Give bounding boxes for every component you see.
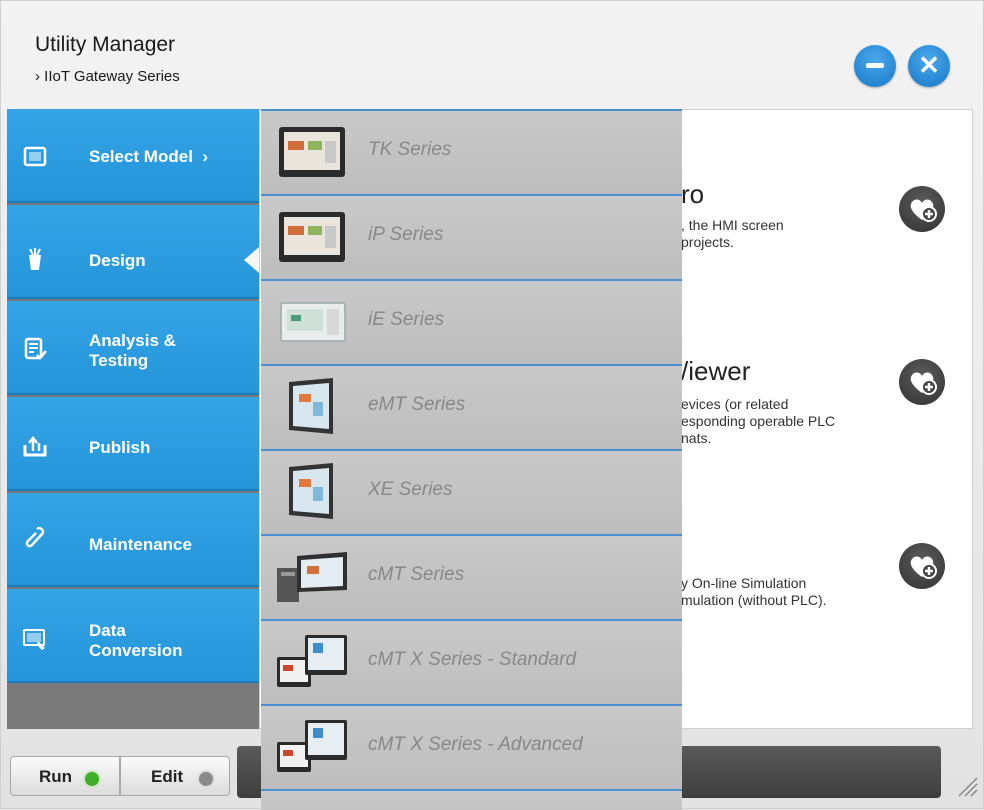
menu-item-cmt-series[interactable]: cMT Series: [261, 534, 682, 619]
close-icon: ✕: [918, 50, 940, 80]
run-status-led-icon: [83, 770, 101, 788]
feature-title-1: ro: [681, 179, 705, 209]
run-label: Run: [39, 767, 73, 786]
menu-item-label: iE Series: [368, 309, 445, 330]
hmi-panel-thumbnail-icon: [280, 302, 346, 342]
screen-icon: [23, 146, 47, 167]
menu-item-label: eMT Series: [368, 394, 466, 415]
close-button[interactable]: ✕: [908, 45, 950, 87]
breadcrumb: › IIoT Gateway Series: [35, 68, 180, 85]
model-series-menu: TK Series iP Series iE Series eMT Series…: [261, 109, 682, 810]
menu-item-more[interactable]: [261, 789, 682, 810]
sidebar-item-label: Design: [89, 251, 146, 270]
sidebar-item-label: Analysis & Testing: [89, 331, 176, 370]
heart-plus-icon[interactable]: [899, 359, 945, 405]
edit-button[interactable]: Edit: [120, 756, 230, 796]
edit-label: Edit: [151, 767, 184, 786]
sidebar-item-analysis-testing[interactable]: Analysis & Testing: [7, 301, 259, 395]
minus-icon: [866, 63, 884, 68]
menu-item-xe-series[interactable]: XE Series: [261, 449, 682, 534]
hmi-panel-thumbnail-icon: [279, 212, 345, 262]
sidebar: Select Model › Design Analysis & Testing…: [7, 109, 259, 729]
app-title: Utility Manager: [35, 33, 176, 56]
menu-item-cmt-x-advanced[interactable]: cMT X Series - Advanced: [261, 704, 682, 789]
sidebar-item-design[interactable]: Design: [7, 205, 259, 299]
hmi-panel-thumbnail-icon: [289, 463, 333, 519]
hmi-panel-thumbnail-icon: [289, 378, 333, 434]
upload-icon: [23, 435, 47, 457]
sidebar-item-publish[interactable]: Publish: [7, 397, 259, 491]
sidebar-item-maintenance[interactable]: Maintenance: [7, 493, 259, 587]
hmi-panel-thumbnail-icon: [277, 720, 347, 772]
feature-desc-1: , the HMI screen projects.: [681, 217, 784, 250]
run-button[interactable]: Run: [10, 756, 120, 796]
hmi-panel-thumbnail-icon: [277, 552, 347, 602]
convert-icon: [23, 629, 45, 650]
active-indicator: [244, 247, 259, 273]
menu-item-ie-series[interactable]: iE Series: [261, 279, 682, 364]
menu-item-emt-series[interactable]: eMT Series: [261, 364, 682, 449]
sidebar-item-label: Select Model ›: [89, 147, 209, 166]
menu-item-tk-series[interactable]: TK Series: [261, 109, 682, 194]
menu-item-ip-series[interactable]: iP Series: [261, 194, 682, 279]
hmi-panel-thumbnail-icon: [279, 127, 345, 177]
sidebar-item-label: Maintenance: [89, 535, 192, 554]
menu-item-label: XE Series: [368, 479, 453, 500]
design-tools-icon: [29, 248, 41, 270]
menu-item-label: TK Series: [368, 139, 452, 160]
menu-item-label: iP Series: [368, 224, 444, 245]
menu-item-label: cMT X Series - Standard: [368, 649, 577, 670]
heart-plus-icon[interactable]: [899, 543, 945, 589]
sidebar-item-label: Publish: [89, 438, 151, 457]
feature-desc-3: y On-line Simulation mulation (without P…: [681, 575, 827, 608]
feature-title-2: /iewer: [681, 356, 751, 386]
hmi-panel-thumbnail-icon: [277, 635, 347, 687]
menu-item-label: cMT Series: [368, 564, 465, 585]
menu-item-label: cMT X Series - Advanced: [368, 734, 583, 755]
checklist-icon: [24, 337, 47, 360]
sidebar-item-select-model[interactable]: Select Model ›: [7, 109, 259, 203]
feature-desc-2: evices (or related esponding operable PL…: [681, 396, 836, 446]
heart-plus-icon[interactable]: [899, 186, 945, 232]
sidebar-item-data-conversion[interactable]: Data Conversion: [7, 589, 259, 683]
sidebar-item-label: Data Conversion: [89, 621, 183, 660]
utility-manager-window: Utility Manager › IIoT Gateway Series ✕ …: [0, 0, 984, 810]
edit-status-led-icon: [197, 770, 215, 788]
resize-grip-icon[interactable]: [955, 772, 979, 798]
menu-item-cmt-x-standard[interactable]: cMT X Series - Standard: [261, 619, 682, 704]
minimize-button[interactable]: [854, 45, 896, 87]
link-icon: [25, 526, 45, 548]
